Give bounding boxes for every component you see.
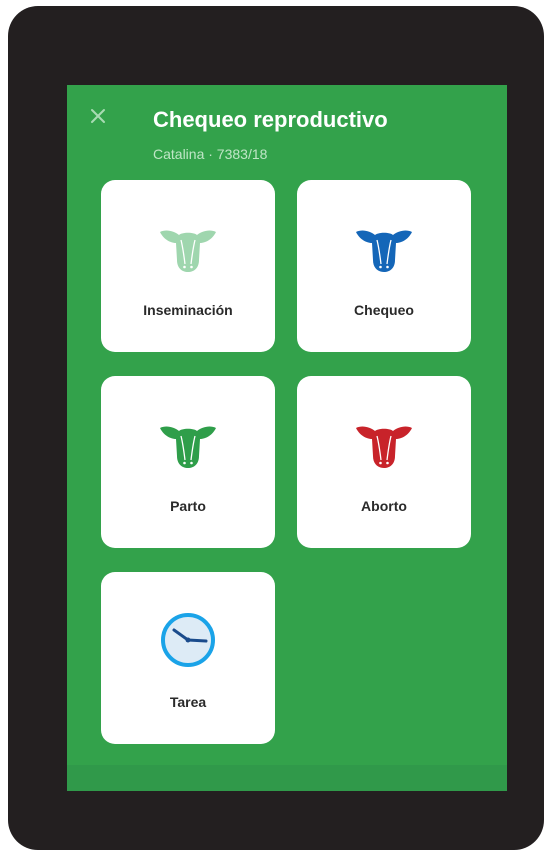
cow-icon [356, 426, 412, 468]
close-icon[interactable] [87, 105, 109, 127]
aborto-button[interactable]: Aborto [297, 376, 471, 548]
parto-button[interactable]: Parto [101, 376, 275, 548]
bottom-bar [67, 765, 507, 791]
animal-subtitle: Catalina · 7383/18 [153, 146, 268, 162]
clock-icon [161, 613, 215, 667]
cow-icon [160, 230, 216, 272]
device-frame: Chequeo reproductivo Catalina · 7383/18 … [8, 6, 544, 850]
chequeo-button[interactable]: Chequeo [297, 180, 471, 352]
page-title: Chequeo reproductivo [153, 107, 388, 132]
tile-label: Parto [170, 498, 206, 514]
tile-label: Tarea [169, 694, 207, 710]
app-screen: Chequeo reproductivo Catalina · 7383/18 … [67, 85, 507, 791]
inseminacion-button[interactable]: Inseminación [101, 180, 275, 352]
tarea-button[interactable]: Tarea [101, 572, 275, 744]
tile-label: Inseminación [143, 302, 233, 318]
cow-icon [160, 426, 216, 468]
cow-icon [356, 230, 412, 272]
tile-label: Aborto [361, 498, 407, 514]
tile-label: Chequeo [354, 302, 414, 318]
